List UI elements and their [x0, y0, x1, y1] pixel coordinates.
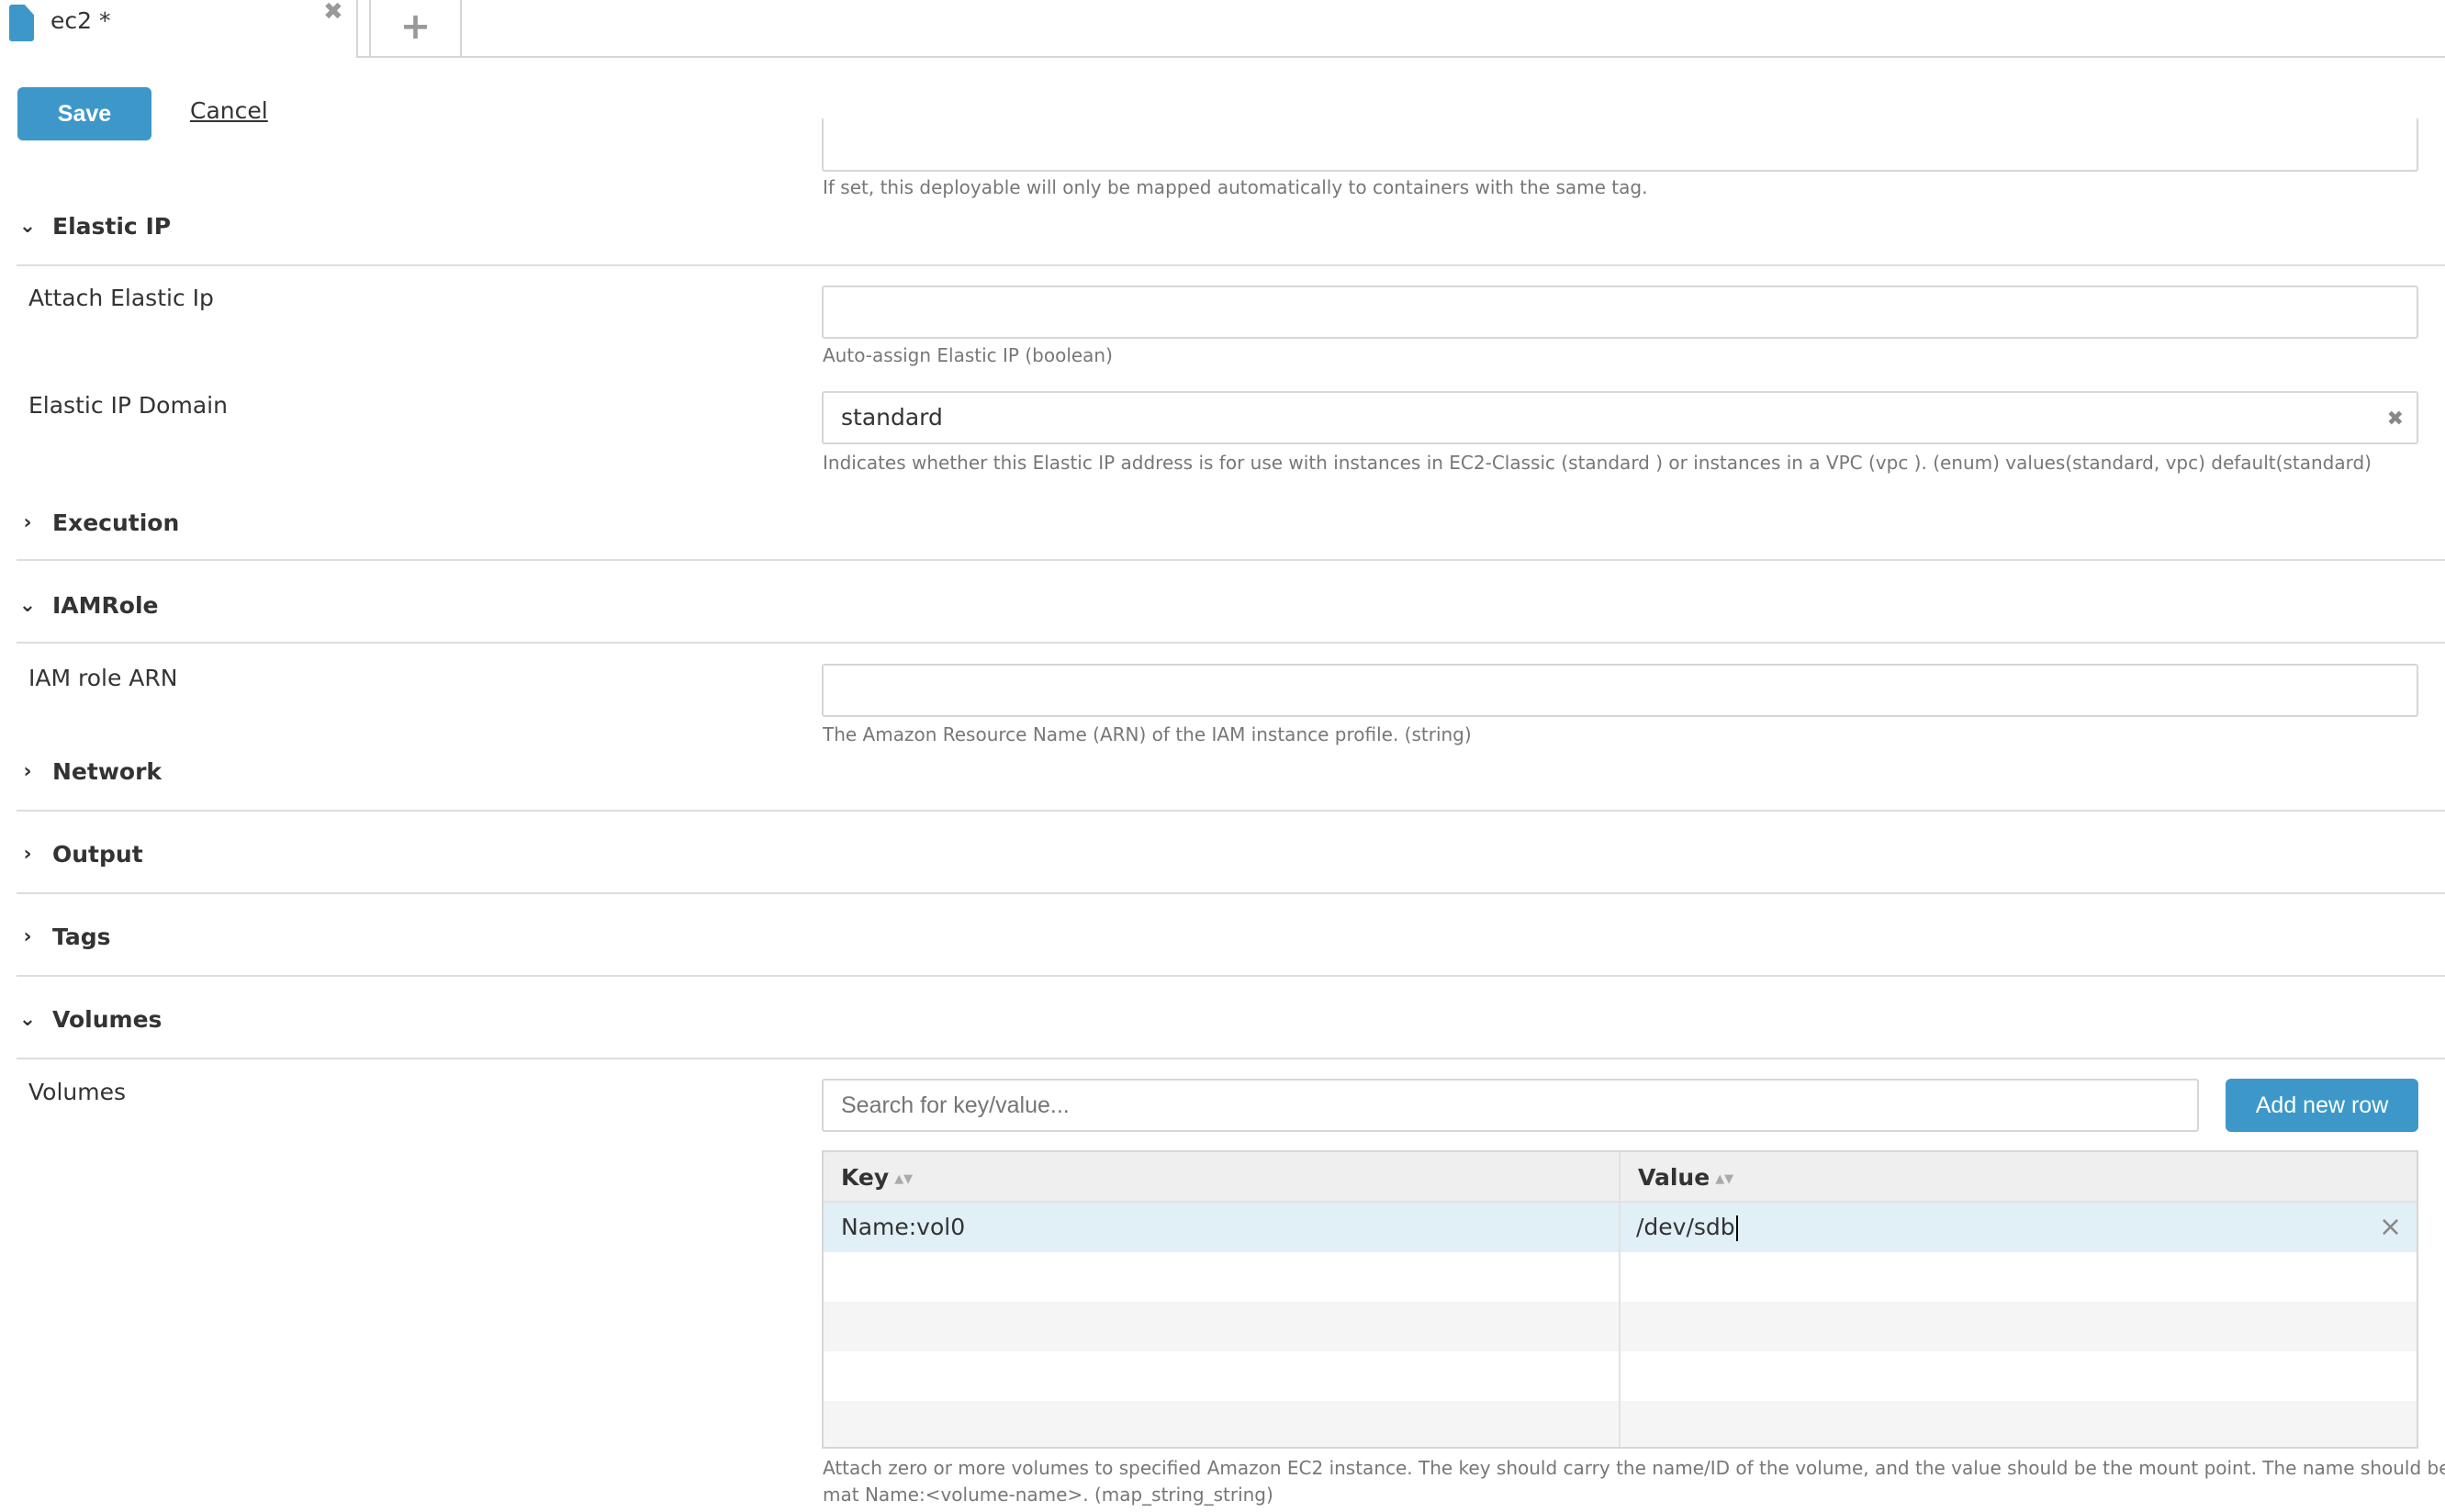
value-cell[interactable]: /dev/sdb: [1619, 1203, 1738, 1252]
section-elastic-ip[interactable]: ⌄ Elastic IP: [17, 211, 2445, 248]
chevron-down-icon: ⌄: [18, 1008, 37, 1031]
section-network[interactable]: › Network: [17, 756, 2445, 793]
elastic-ip-domain-help: Indicates whether this Elastic IP addres…: [823, 452, 2372, 474]
iam-role-arn-label: IAM role ARN: [28, 665, 178, 691]
iam-role-arn-help: The Amazon Resource Name (ARN) of the IA…: [823, 723, 1472, 745]
divider: [17, 810, 2445, 812]
attach-elastic-ip-label: Attach Elastic Ip: [28, 285, 214, 311]
section-title: Volumes: [52, 1006, 163, 1033]
volumes-table: Key ▲▼ Value ▲▼ Name:vol0 /dev/sdb ×: [822, 1150, 2418, 1449]
delete-row-icon[interactable]: ×: [2361, 1203, 2402, 1252]
section-execution[interactable]: › Execution: [17, 508, 2445, 544]
elastic-ip-domain-select[interactable]: standard ✖: [822, 391, 2418, 444]
chevron-right-icon: ›: [23, 925, 32, 948]
file-icon: [9, 5, 34, 41]
tags-help: If set, this deployable will only be map…: [823, 176, 1648, 198]
tab-bar: ec2 * ✖ +: [0, 0, 2445, 58]
column-header-key[interactable]: Key ▲▼: [824, 1152, 1621, 1203]
section-title: IAMRole: [52, 592, 159, 619]
column-header-value[interactable]: Value ▲▼: [1619, 1152, 2417, 1203]
sort-icon: ▲▼: [1715, 1171, 1734, 1186]
chevron-down-icon: ⌄: [18, 215, 37, 238]
volumes-label: Volumes: [28, 1079, 127, 1105]
tab-strip: [356, 0, 2445, 58]
iam-role-arn-input[interactable]: [822, 664, 2418, 717]
clear-icon[interactable]: ✖: [2387, 395, 2404, 444]
section-iamrole[interactable]: ⌄ IAMRole: [17, 590, 2445, 627]
key-cell[interactable]: Name:vol0: [824, 1203, 965, 1252]
attach-elastic-ip-help: Auto-assign Elastic IP (boolean): [823, 344, 1113, 366]
divider: [17, 892, 2445, 894]
divider: [17, 559, 2445, 561]
chevron-right-icon: ›: [23, 843, 32, 866]
chevron-right-icon: ›: [23, 511, 32, 534]
attach-elastic-ip-input[interactable]: [822, 286, 2418, 339]
section-title: Execution: [52, 510, 180, 536]
chevron-down-icon: ⌄: [18, 594, 37, 617]
section-output[interactable]: › Output: [17, 839, 2445, 876]
add-new-row-button[interactable]: Add new row: [2226, 1079, 2418, 1132]
volumes-search-input[interactable]: [822, 1079, 2199, 1132]
divider: [17, 642, 2445, 644]
section-tags[interactable]: › Tags: [17, 922, 2445, 958]
chevron-right-icon: ›: [23, 760, 32, 783]
sort-icon: ▲▼: [894, 1171, 914, 1186]
cancel-link[interactable]: Cancel: [190, 97, 268, 124]
tags-input[interactable]: [822, 118, 2418, 172]
divider: [17, 1058, 2445, 1059]
tab-title: ec2 *: [50, 7, 111, 34]
divider: [17, 264, 2445, 266]
save-button[interactable]: Save: [17, 87, 151, 140]
column-separator: [1619, 1152, 1621, 1447]
section-title: Elastic IP: [52, 213, 172, 240]
volumes-help-line1: Attach zero or more volumes to specified…: [823, 1457, 2445, 1479]
section-volumes[interactable]: ⌄ Volumes: [17, 1004, 2445, 1041]
close-icon[interactable]: ✖: [323, 0, 343, 26]
divider: [17, 975, 2445, 977]
section-title: Network: [52, 758, 163, 785]
tab-ec2[interactable]: ec2 * ✖: [0, 0, 356, 58]
section-title: Output: [52, 841, 143, 868]
elastic-ip-domain-label: Elastic IP Domain: [28, 392, 228, 419]
section-title: Tags: [52, 924, 111, 950]
volumes-help-line2: mat Name:<volume-name>. (map_string_stri…: [823, 1484, 1273, 1506]
selected-value: standard: [841, 404, 943, 431]
add-tab-button[interactable]: +: [369, 0, 462, 58]
